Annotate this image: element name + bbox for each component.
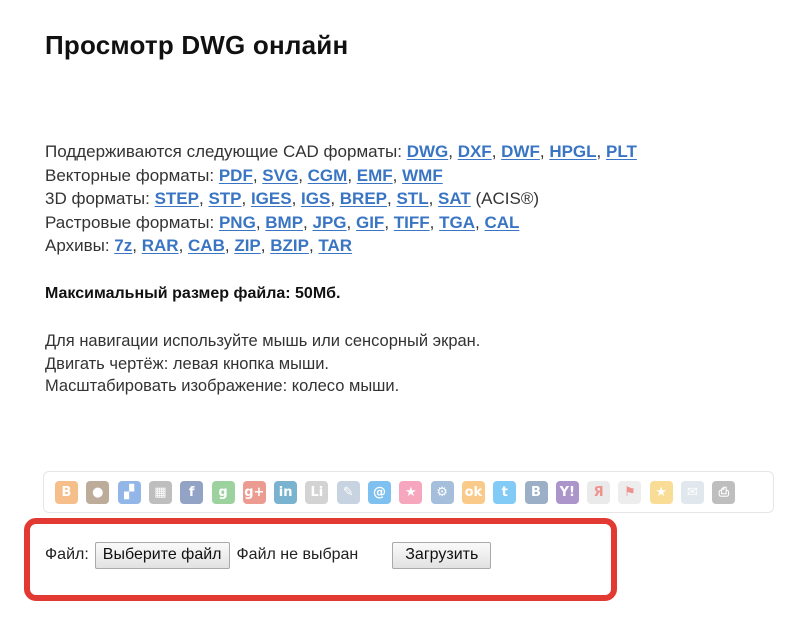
file-label: Файл: bbox=[45, 546, 89, 563]
twitter-icon[interactable]: t bbox=[493, 481, 517, 504]
format-link-stp[interactable]: STP bbox=[208, 189, 241, 208]
format-suffix: (ACIS®) bbox=[470, 189, 540, 208]
separator: , bbox=[241, 189, 251, 208]
upload-form: Файл: Выберите файл Файл не выбран Загру… bbox=[45, 541, 492, 569]
format-link-7z[interactable]: 7z bbox=[114, 236, 132, 255]
liveinternet-icon[interactable]: Li bbox=[305, 481, 329, 504]
separator: , bbox=[596, 142, 606, 161]
archive-formats-line: Архивы: 7z, RAR, CAB, ZIP, BZIP, TAR bbox=[45, 234, 637, 258]
upload-button[interactable]: Загрузить bbox=[392, 541, 492, 569]
vector-formats-line: Векторные форматы: PDF, SVG, CGM, EMF, W… bbox=[45, 164, 637, 188]
format-link-png[interactable]: PNG bbox=[219, 213, 256, 232]
supported-formats: Поддерживаются следующие CAD форматы: DW… bbox=[45, 140, 637, 258]
format-link-svg[interactable]: SVG bbox=[262, 166, 298, 185]
social-share-bar: B ● ▞ ▦ f g g+ in Li ✎ @ ★ ⚙ ok t B Y! Я ⚑ ★ ✉ ⎙ bbox=[43, 471, 774, 513]
print-icon[interactable]: ⎙ bbox=[712, 481, 736, 504]
cad-formats-line: Поддерживаются следующие CAD форматы: DW… bbox=[45, 140, 637, 164]
format-link-emf[interactable]: EMF bbox=[357, 166, 393, 185]
separator: , bbox=[491, 142, 502, 161]
separator: , bbox=[303, 212, 313, 232]
separator: , bbox=[291, 189, 302, 208]
format-link-plt[interactable]: PLT bbox=[606, 142, 637, 161]
separator: , bbox=[298, 165, 308, 185]
format-group-label: Растровые форматы: bbox=[45, 212, 219, 232]
myspace-icon[interactable]: ▦ bbox=[148, 481, 172, 504]
settings-icon[interactable]: ⚙ bbox=[430, 481, 454, 504]
separator: , bbox=[255, 212, 266, 232]
format-link-gif[interactable]: GIF bbox=[356, 213, 384, 232]
navigation-help: Для навигации используйте мышь или сенсо… bbox=[45, 330, 480, 398]
email-icon[interactable]: ✉ bbox=[681, 481, 704, 504]
format-group-label: 3D форматы: bbox=[45, 189, 155, 208]
help-pan: Двигать чертёж: левая кнопка мыши. bbox=[45, 354, 329, 373]
page-title: Просмотр DWG онлайн bbox=[45, 30, 349, 60]
separator: , bbox=[224, 236, 235, 255]
format-link-dwf[interactable]: DWF bbox=[501, 142, 540, 161]
no-file-chosen-text: Файл не выбран bbox=[236, 546, 359, 563]
separator: , bbox=[308, 236, 319, 255]
format-link-tar[interactable]: TAR bbox=[318, 236, 352, 255]
format-link-sat[interactable]: SAT bbox=[438, 189, 471, 208]
odnoklassniki-icon[interactable]: ok bbox=[461, 481, 485, 504]
format-link-rar[interactable]: RAR bbox=[142, 236, 179, 255]
format-link-wmf[interactable]: WMF bbox=[402, 166, 443, 185]
help-navigation: Для навигации используйте мышь или сенсо… bbox=[45, 332, 481, 350]
format-link-iges[interactable]: IGES bbox=[251, 189, 292, 208]
format-link-step[interactable]: STEP bbox=[155, 189, 199, 208]
bookmark-star-icon[interactable]: ★ bbox=[649, 481, 673, 504]
separator: , bbox=[448, 142, 458, 161]
facebook-icon[interactable]: f bbox=[180, 481, 204, 504]
separator: , bbox=[429, 212, 440, 232]
digg-icon[interactable]: ● bbox=[86, 481, 110, 504]
separator: , bbox=[132, 236, 142, 255]
format-link-dwg[interactable]: DWG bbox=[407, 142, 449, 161]
format-link-jpg[interactable]: JPG bbox=[313, 213, 347, 232]
separator: , bbox=[347, 165, 357, 185]
delicious-icon[interactable]: ▞ bbox=[117, 481, 141, 504]
separator: , bbox=[260, 236, 271, 255]
format-group-label: Векторные форматы: bbox=[45, 165, 219, 185]
choose-file-button[interactable]: Выберите файл bbox=[94, 541, 230, 569]
format-link-stl[interactable]: STL bbox=[396, 189, 428, 208]
surfingbird-icon[interactable]: ⚑ bbox=[618, 481, 642, 504]
format-link-hpgl[interactable]: HPGL bbox=[549, 142, 596, 161]
separator: , bbox=[252, 165, 263, 185]
separator: , bbox=[539, 142, 550, 161]
format-link-dxf[interactable]: DXF bbox=[458, 142, 492, 161]
vkontakte-icon[interactable]: B bbox=[524, 481, 548, 504]
raster-formats-line: Растровые форматы: PNG, BMP, JPG, GIF, T… bbox=[45, 211, 637, 235]
format-link-cab[interactable]: CAB bbox=[188, 236, 225, 255]
separator: , bbox=[330, 189, 340, 208]
format-link-pdf[interactable]: PDF bbox=[219, 166, 253, 185]
blogger-icon[interactable]: B bbox=[55, 481, 78, 504]
separator: , bbox=[384, 212, 394, 232]
separator: , bbox=[346, 212, 356, 232]
favorites-pink-icon[interactable]: ★ bbox=[399, 481, 423, 504]
format-group-label: Архивы: bbox=[45, 236, 115, 255]
help-zoom: Масштабировать изображение: колесо мыши. bbox=[45, 377, 400, 395]
google-plus-icon[interactable]: g+ bbox=[242, 481, 266, 504]
format-link-brep[interactable]: BREP bbox=[340, 189, 387, 208]
format-link-cal[interactable]: CAL bbox=[484, 213, 519, 232]
format-link-tiff[interactable]: TIFF bbox=[394, 213, 430, 232]
yandex-icon[interactable]: Я bbox=[587, 481, 611, 504]
format-link-tga[interactable]: TGA bbox=[439, 213, 475, 232]
separator: , bbox=[178, 236, 189, 255]
yahoo-icon[interactable]: Y! bbox=[555, 481, 579, 504]
format-link-bmp[interactable]: BMP bbox=[265, 213, 303, 232]
separator: , bbox=[392, 165, 403, 185]
format-group-label: Поддерживаются следующие CAD форматы: bbox=[45, 142, 407, 161]
format-link-cgm[interactable]: CGM bbox=[308, 166, 348, 185]
separator: , bbox=[428, 189, 439, 208]
format-link-zip[interactable]: ZIP bbox=[234, 236, 260, 255]
format-link-bzip[interactable]: BZIP bbox=[270, 236, 309, 255]
format-link-igs[interactable]: IGS bbox=[301, 189, 330, 208]
max-file-size: Максимальный размер файла: 50Мб. bbox=[45, 285, 341, 302]
google-icon[interactable]: g bbox=[211, 481, 235, 504]
livejournal-icon[interactable]: ✎ bbox=[336, 481, 360, 504]
3d-formats-line: 3D форматы: STEP, STP, IGES, IGS, BREP, … bbox=[45, 187, 637, 211]
linkedin-icon[interactable]: in bbox=[274, 481, 298, 504]
mail-ru-icon[interactable]: @ bbox=[368, 481, 391, 504]
